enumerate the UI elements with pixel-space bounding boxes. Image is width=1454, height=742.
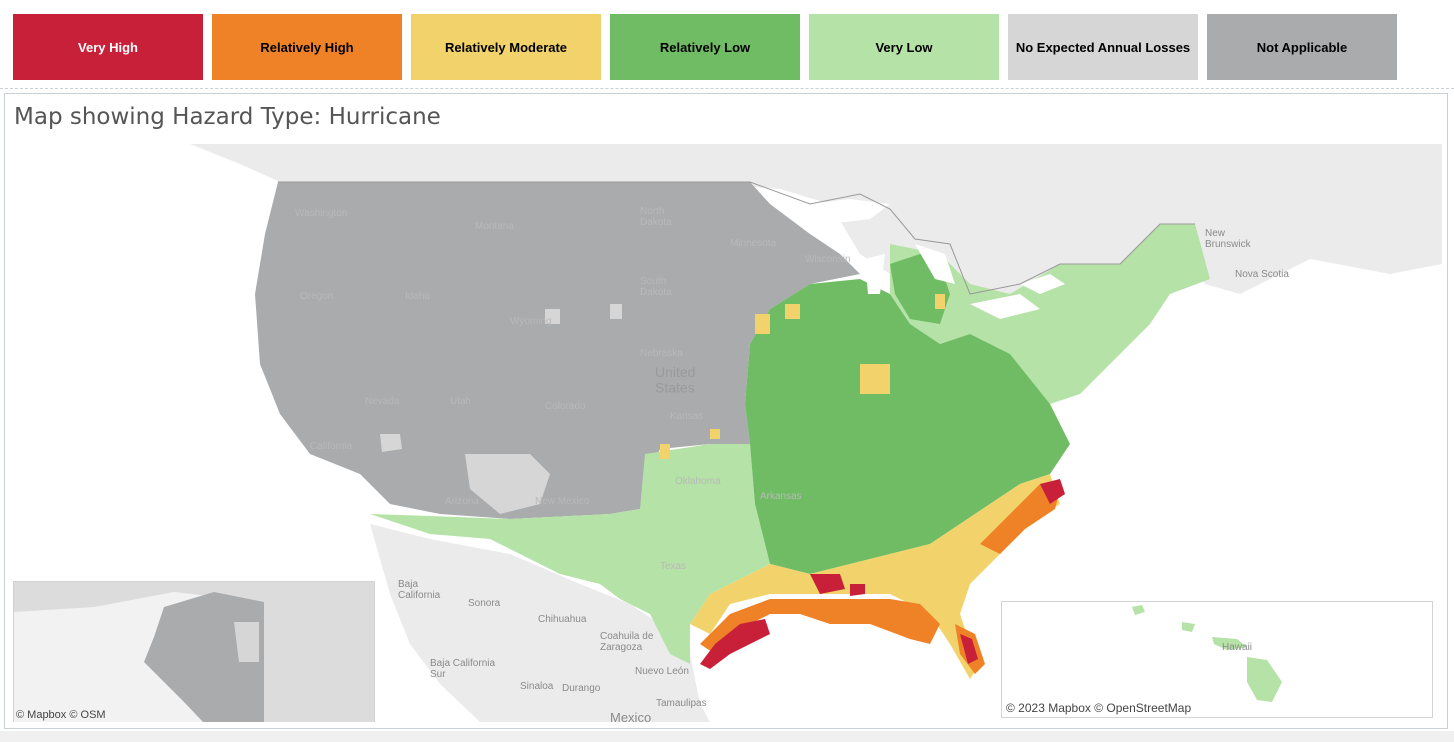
hawaii-inset[interactable]: Hawaii © 2023 Mapbox © OpenStreetMap bbox=[1001, 601, 1433, 718]
label-chihuahua: Chihuahua bbox=[538, 614, 587, 625]
label-utah: Utah bbox=[450, 396, 471, 407]
hawaii-island-oahu bbox=[1182, 622, 1195, 632]
label-minnesota: Minnesota bbox=[730, 238, 777, 249]
map-panel: Map showing Hazard Type: Hurricane Washi… bbox=[4, 93, 1448, 729]
label-hawaii: Hawaii bbox=[1222, 642, 1252, 653]
label-arizona: Arizona bbox=[445, 496, 479, 507]
legend-no-expected-losses[interactable]: No Expected Annual Losses bbox=[1008, 14, 1198, 80]
label-idaho: Idaho bbox=[405, 291, 430, 302]
alaska-map bbox=[14, 582, 374, 722]
attribution-right: © 2023 Mapbox © OpenStreetMap bbox=[1006, 701, 1192, 715]
hawaii-island-big bbox=[1247, 657, 1282, 702]
map-title: Map showing Hazard Type: Hurricane bbox=[14, 104, 441, 130]
label-mexico: Mexico bbox=[610, 710, 651, 722]
label-new-mexico: New Mexico bbox=[535, 496, 590, 507]
alaska-inset[interactable]: © Mapbox © OSM bbox=[13, 581, 375, 722]
label-nevada: Nevada bbox=[365, 396, 400, 407]
legend-very-high[interactable]: Very High bbox=[13, 14, 203, 80]
legend-not-applicable[interactable]: Not Applicable bbox=[1207, 14, 1397, 80]
label-colorado: Colorado bbox=[545, 401, 586, 412]
label-nuevo-leon: Nuevo León bbox=[635, 666, 689, 677]
legend-very-low[interactable]: Very Low bbox=[809, 14, 999, 80]
label-nova-scotia: Nova Scotia bbox=[1235, 269, 1289, 280]
label-wyoming: Wyoming bbox=[510, 316, 552, 327]
hazard-map[interactable]: Washington Oregon California Idaho Nevad… bbox=[10, 144, 1442, 722]
legend-relatively-high[interactable]: Relatively High bbox=[212, 14, 402, 80]
label-washington: Washington bbox=[295, 208, 347, 219]
label-oregon: Oregon bbox=[300, 291, 333, 302]
label-tamaulipas: Tamaulipas bbox=[656, 698, 707, 709]
label-sonora: Sonora bbox=[468, 598, 501, 609]
legend-relatively-moderate[interactable]: Relatively Moderate bbox=[411, 14, 601, 80]
hazard-legend: Very High Relatively High Relatively Mod… bbox=[13, 14, 1397, 80]
label-texas: Texas bbox=[660, 561, 686, 572]
label-united-states: United States bbox=[655, 364, 695, 395]
label-montana: Montana bbox=[475, 221, 514, 232]
label-california: California bbox=[310, 441, 353, 452]
label-arkansas: Arkansas bbox=[760, 491, 802, 502]
hawaii-map: Hawaii bbox=[1132, 605, 1282, 702]
attribution-left: © Mapbox © OSM bbox=[16, 709, 106, 721]
label-nebraska: Nebraska bbox=[640, 348, 683, 359]
label-wisconsin: Wisconsin bbox=[805, 254, 851, 265]
legend-divider bbox=[0, 88, 1454, 91]
label-sinaloa: Sinaloa bbox=[520, 681, 554, 692]
bottom-bar bbox=[0, 731, 1454, 742]
label-kansas: Kansas bbox=[670, 411, 703, 422]
hawaii-island-kauai bbox=[1132, 605, 1145, 615]
legend-relatively-low[interactable]: Relatively Low bbox=[610, 14, 800, 80]
label-durango: Durango bbox=[562, 683, 601, 694]
label-oklahoma: Oklahoma bbox=[675, 476, 721, 487]
